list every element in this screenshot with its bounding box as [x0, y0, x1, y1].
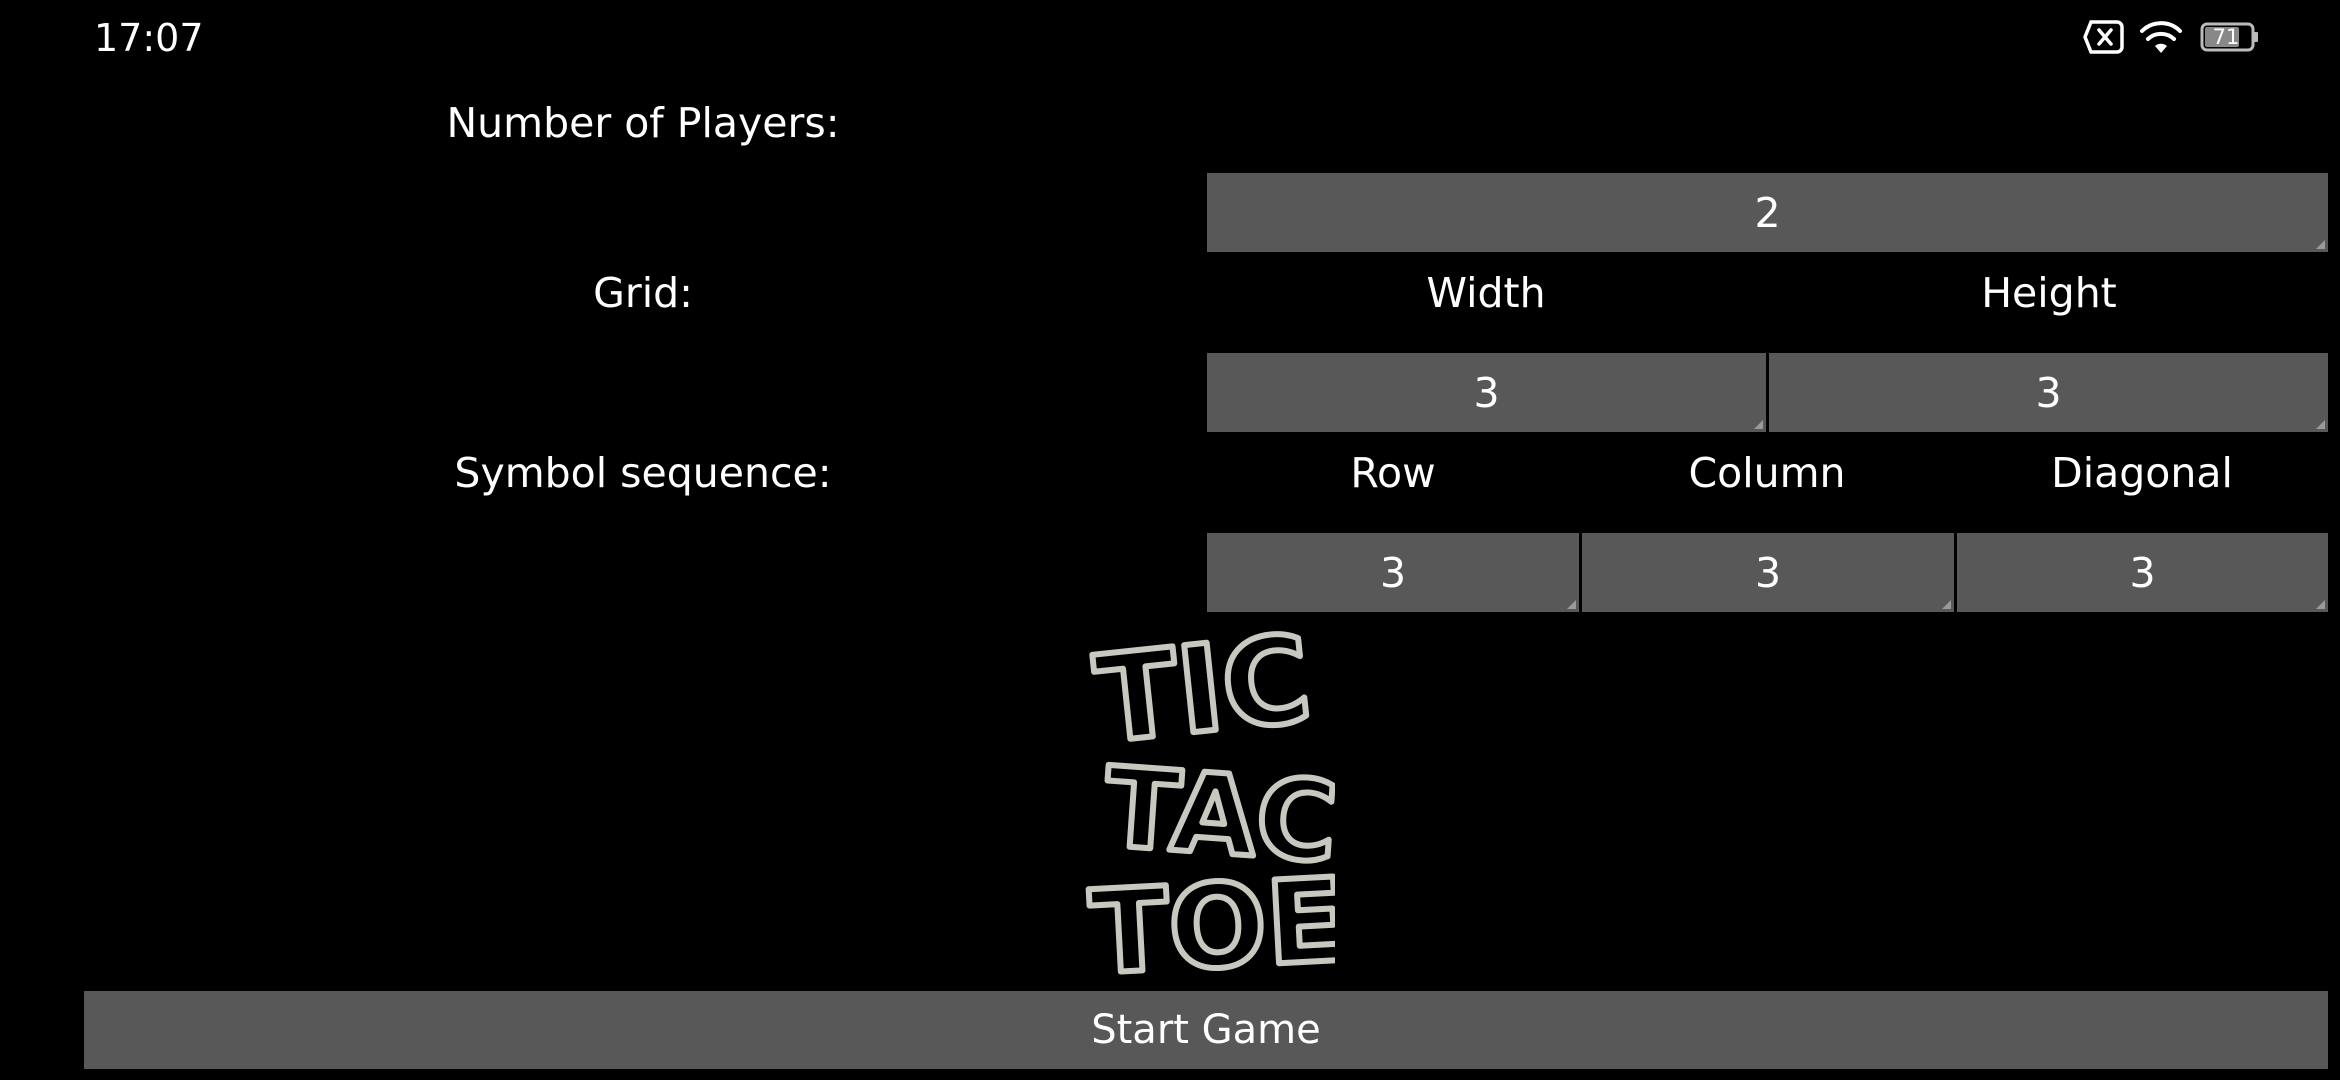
sequence-label: Symbol sequence: [454, 449, 832, 497]
sequence-row-label: Row [1350, 449, 1436, 497]
start-game-label: Start Game [1091, 1007, 1321, 1053]
grid-label: Grid: [593, 269, 693, 317]
grid-height-value: 3 [2035, 368, 2062, 417]
grid-height-label: Height [1981, 269, 2117, 317]
sequence-column-input[interactable]: 3 [1582, 533, 1954, 612]
status-time: 17:07 [94, 16, 204, 60]
grid-width-value: 3 [1473, 368, 1500, 417]
grid-width-input[interactable]: 3 [1207, 353, 1766, 432]
sim-blocked-icon [2083, 20, 2125, 54]
players-value: 2 [1754, 188, 1781, 237]
grid-height-input[interactable]: 3 [1769, 353, 2328, 432]
logo-line-toe: TOE [1087, 854, 1335, 982]
sequence-column-label: Column [1688, 449, 1846, 497]
sequence-row-value: 3 [1379, 548, 1407, 597]
sequence-diagonal-input[interactable]: 3 [1957, 533, 2328, 612]
sequence-column-value: 3 [1754, 548, 1782, 597]
tic-tac-toe-logo: TIC TAC TOE [1084, 607, 1351, 1004]
wifi-icon [2137, 18, 2185, 56]
sequence-diagonal-value: 3 [2129, 548, 2156, 597]
sequence-row-input[interactable]: 3 [1207, 533, 1579, 612]
battery-level: 71 [2212, 25, 2240, 49]
players-input[interactable]: 2 [1207, 173, 2328, 252]
sequence-diagonal-label: Diagonal [2051, 449, 2233, 497]
grid-width-label: Width [1426, 269, 1546, 317]
start-game-button[interactable]: Start Game [84, 991, 2328, 1069]
players-label: Number of Players: [446, 99, 840, 147]
